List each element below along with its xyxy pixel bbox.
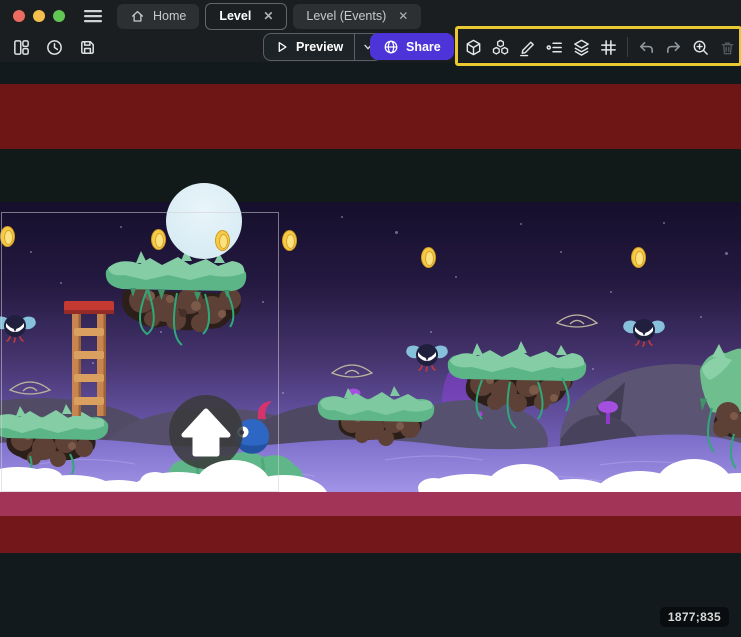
scene-floor-lower-band[interactable] [0,516,741,553]
moon[interactable] [166,183,242,259]
share-label: Share [406,40,441,54]
grid-button[interactable] [598,37,619,58]
save-icon [78,38,97,57]
zoom-window-button[interactable] [53,10,65,22]
delete-button[interactable] [717,37,738,58]
tab-level[interactable]: Level ✕ [205,3,287,30]
scene-edit-tools [463,32,741,62]
undo-icon [637,38,656,57]
object-cube-icon [464,38,483,57]
scene-floor-band[interactable] [0,492,741,516]
cursor-coordinates: 1877;835 [660,607,729,627]
trash-icon [718,38,737,57]
preview-split-button: Preview [263,33,382,61]
close-tab-icon[interactable]: ✕ [263,9,273,23]
editor-canvas[interactable] [0,62,741,637]
toolbar: Preview Share [0,32,741,62]
layers-icon [572,38,591,57]
objects-group-icon [491,38,510,57]
tab-label: Level (Events) [306,9,386,23]
edit-button[interactable] [517,37,538,58]
redo-icon [664,38,683,57]
grid-icon [599,38,618,57]
divider [627,37,628,57]
tab-label: Level [219,9,251,23]
properties-list-icon [545,38,564,57]
zoom-in-button[interactable] [690,37,711,58]
tab-home[interactable]: Home [117,4,199,29]
layers-button[interactable] [571,37,592,58]
scene-ceiling-band[interactable] [0,84,741,149]
properties-button[interactable] [544,37,565,58]
window-controls [13,10,65,22]
preview-label: Preview [296,40,343,54]
close-window-button[interactable] [13,10,25,22]
add-object-button[interactable] [463,37,484,58]
history-button[interactable] [43,36,66,59]
jump-button-control[interactable] [169,395,243,469]
hamburger-icon [83,8,103,24]
project-toolbar [10,32,99,62]
minimize-window-button[interactable] [33,10,45,22]
tab-bar: Home Level ✕ Level (Events) ✕ [0,0,741,32]
tabs: Home Level ✕ Level (Events) ✕ [117,3,421,30]
game-scene[interactable] [0,202,741,492]
tab-level-events[interactable]: Level (Events) ✕ [293,4,421,29]
preview-button[interactable]: Preview [264,34,354,60]
edit-pencil-icon [518,38,537,57]
zoom-in-icon [691,38,710,57]
main-menu-button[interactable] [83,8,103,24]
globe-icon [383,39,399,55]
tab-label: Home [153,9,186,23]
scene-dark-band [0,149,741,202]
undo-button[interactable] [636,37,657,58]
play-icon [275,40,289,54]
panels-icon [12,38,31,57]
objects-group-button[interactable] [490,37,511,58]
home-icon [130,9,145,24]
panels-button[interactable] [10,36,33,59]
history-icon [45,38,64,57]
save-button[interactable] [76,36,99,59]
window-chrome: Home Level ✕ Level (Events) ✕ [0,0,741,62]
redo-button[interactable] [663,37,684,58]
app-window: Home Level ✕ Level (Events) ✕ [0,0,741,637]
share-button[interactable]: Share [370,33,454,60]
close-tab-icon[interactable]: ✕ [398,9,408,23]
